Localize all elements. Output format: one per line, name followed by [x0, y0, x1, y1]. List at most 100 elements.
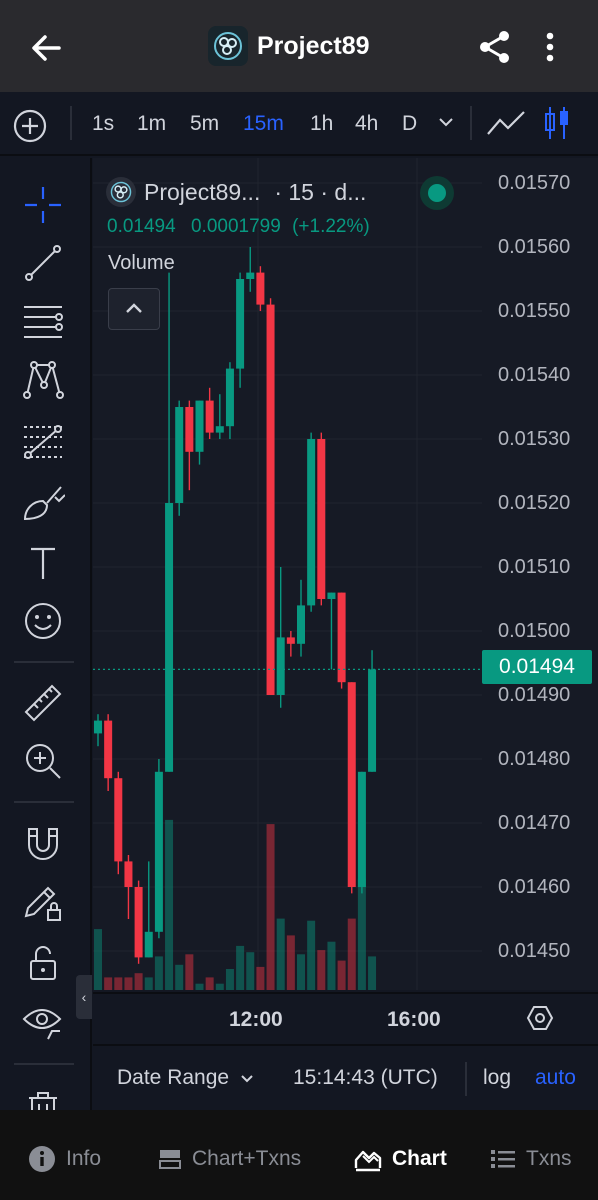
divider — [14, 661, 74, 663]
text-icon — [31, 547, 55, 579]
timeframe-1h[interactable]: 1h — [310, 112, 333, 136]
chart-settings-button[interactable] — [526, 1004, 554, 1032]
zoom-tool[interactable] — [18, 736, 68, 786]
unlock-tool[interactable] — [18, 938, 68, 988]
visibility-tool[interactable] — [18, 996, 68, 1046]
share-icon — [480, 31, 509, 63]
emoji-tool[interactable] — [18, 596, 68, 646]
add-indicator-button[interactable] — [12, 108, 48, 144]
brush-tool[interactable] — [18, 478, 68, 528]
candle-body — [276, 637, 285, 695]
date-range-button[interactable]: Date Range — [117, 1066, 257, 1090]
volume-bar — [94, 929, 102, 990]
line-chart-button[interactable] — [486, 108, 526, 138]
log-scale-toggle[interactable]: log — [483, 1066, 511, 1090]
candle-body — [124, 861, 133, 887]
volume-bar — [195, 983, 204, 990]
volume-bar — [307, 920, 316, 990]
text-tool[interactable] — [18, 538, 68, 588]
divider — [14, 801, 74, 803]
candle-body — [327, 592, 336, 599]
nav-chart-label: Chart — [392, 1147, 447, 1170]
horizontal-lines-tool[interactable] — [18, 296, 68, 346]
nav-txns-label: Txns — [526, 1147, 572, 1170]
nav-chart-txns[interactable]: Chart+Txns — [158, 1144, 301, 1174]
candle-body — [205, 400, 214, 433]
lock-drawings-tool[interactable] — [18, 878, 68, 928]
utc-clock[interactable]: 15:14:43 (UTC) — [293, 1066, 438, 1090]
magnet-tool[interactable] — [18, 818, 68, 868]
nav-chart[interactable]: Chart — [354, 1144, 447, 1174]
area-chart-icon — [354, 1150, 382, 1172]
candle-body — [246, 272, 255, 279]
candle-body — [307, 439, 316, 606]
chart-legend[interactable]: Project89... · 15 · d... — [106, 172, 366, 212]
eye-icon — [22, 1009, 62, 1040]
candle-body — [357, 771, 366, 887]
collapse-toolbar-button[interactable]: ‹ — [76, 975, 92, 1019]
collapse-studies-button[interactable] — [108, 288, 160, 330]
price-tick: 0.01470 — [498, 812, 571, 834]
crosshair-icon — [25, 187, 61, 223]
timeframe-5m[interactable]: 5m — [190, 112, 219, 136]
candle-body — [347, 682, 356, 887]
candle-body — [256, 272, 265, 305]
candle-body — [185, 407, 194, 452]
price-tick: 0.01480 — [498, 748, 571, 770]
volume-bar — [104, 977, 113, 990]
price-tick: 0.01550 — [498, 300, 571, 322]
candle-body — [337, 592, 346, 683]
price-tick: 0.01460 — [498, 876, 571, 898]
token-logo — [106, 177, 136, 207]
candle-body — [317, 439, 326, 599]
crosshair-tool[interactable] — [18, 180, 68, 230]
volume-study-label[interactable]: Volume — [108, 252, 175, 275]
volume-bar — [276, 918, 285, 990]
token-title: Project89 — [208, 26, 370, 66]
line-chart-icon — [487, 111, 525, 135]
nav-info[interactable]: Info — [28, 1144, 101, 1174]
chevron-up-icon — [126, 303, 142, 313]
date-range-label: Date Range — [117, 1066, 230, 1089]
legend-price: 0.01494 — [107, 216, 176, 237]
back-button[interactable] — [26, 28, 66, 68]
candle-body — [368, 669, 377, 772]
auto-scale-toggle[interactable]: auto — [535, 1066, 576, 1090]
share-button[interactable] — [476, 28, 514, 66]
nav-info-label: Info — [66, 1147, 102, 1170]
candle-body — [104, 720, 113, 779]
settings-icon — [526, 1006, 554, 1030]
volume-bar — [246, 952, 255, 990]
time-axis[interactable]: 12:00 16:00 — [93, 992, 598, 1044]
trend-line-tool[interactable] — [18, 238, 68, 288]
timeframe-1m[interactable]: 1m — [137, 112, 166, 136]
fibonacci-icon — [24, 425, 62, 459]
price-tick: 0.01530 — [498, 428, 571, 450]
unlock-icon — [30, 946, 56, 980]
bottom-navigation: Info Chart+Txns Chart Txns — [0, 1110, 598, 1200]
brush-icon — [23, 486, 65, 521]
price-tick: 0.01500 — [498, 620, 571, 642]
price-tick: 0.01540 — [498, 364, 571, 386]
timeframe-15m[interactable]: 15m — [243, 112, 284, 136]
candlestick-icon — [545, 107, 568, 139]
timeframe-4h[interactable]: 4h — [355, 112, 378, 136]
price-tick: 0.01510 — [498, 556, 571, 578]
legend-change-pct: (+1.22%) — [292, 216, 370, 237]
more-button[interactable] — [538, 28, 562, 66]
nav-txns[interactable]: Txns — [490, 1144, 572, 1174]
pattern-tool[interactable] — [18, 354, 68, 404]
candle-chart-button[interactable] — [542, 104, 572, 142]
timeframe-dropdown[interactable] — [436, 110, 456, 134]
current-price-label: 0.01494 — [482, 650, 592, 684]
fibonacci-tool[interactable] — [18, 416, 68, 466]
volume-bar — [347, 918, 356, 990]
timeframe-d[interactable]: D — [402, 112, 417, 136]
candle-body — [144, 931, 153, 958]
plus-circle-icon — [13, 109, 47, 143]
volume-bar — [337, 960, 346, 990]
pencil-lock-icon — [24, 886, 61, 921]
timeframe-1s[interactable]: 1s — [92, 112, 114, 136]
ruler-tool[interactable] — [18, 678, 68, 728]
volume-bar — [154, 956, 163, 990]
